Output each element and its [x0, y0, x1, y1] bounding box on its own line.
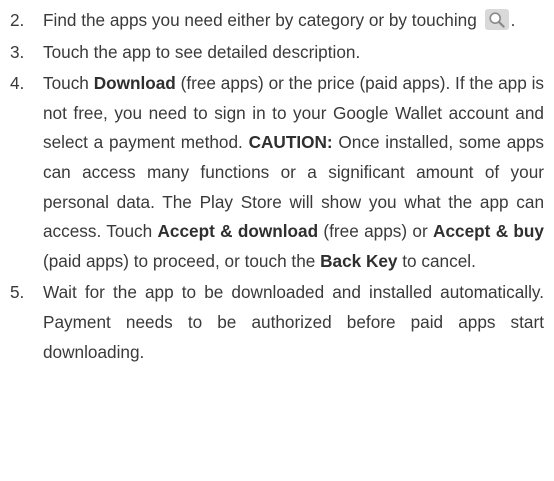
step-text: Wait for the app to be downloaded and in…	[43, 282, 544, 362]
instruction-list: 2. Find the apps you need either by cate…	[10, 6, 544, 367]
list-item-step-4: 4. Touch Download (free apps) or the pri…	[10, 69, 544, 276]
list-item-step-5: 5. Wait for the app to be downloaded and…	[10, 278, 544, 367]
search-icon	[484, 9, 509, 30]
list-item-step-3: 3. Touch the app to see detailed descrip…	[10, 38, 544, 68]
step-text-part: Touch	[43, 73, 94, 94]
step-number: 4.	[10, 73, 25, 94]
download-term: Download	[93, 73, 176, 94]
step-text: Find the apps you need either by categor…	[43, 6, 544, 36]
step-number: 2.	[10, 10, 25, 30]
list-item-step-2: 2. Find the apps you need either by cate…	[10, 6, 544, 36]
step-text: Touch the app to see detailed descriptio…	[43, 41, 361, 62]
step-number: 3.	[10, 41, 25, 62]
caution-label: CAUTION:	[248, 132, 333, 153]
manual-page: 2. Find the apps you need either by cate…	[0, 0, 554, 481]
step-text-part: .	[510, 10, 516, 30]
step-text-part: (paid apps) to proceed, or touch the	[43, 250, 321, 271]
accept-download-term: Accept & download	[157, 221, 319, 242]
step-text-part: Find the apps you need either by categor…	[43, 10, 477, 30]
back-key-term: Back Key	[320, 250, 398, 271]
accept-buy-term: Accept & buy	[433, 221, 544, 242]
step-text-part: (free apps) or	[318, 221, 434, 242]
step-number: 5.	[10, 282, 25, 303]
step-text: Touch Download (free apps) or the price …	[43, 69, 544, 276]
step-text-part: to cancel.	[397, 250, 476, 271]
